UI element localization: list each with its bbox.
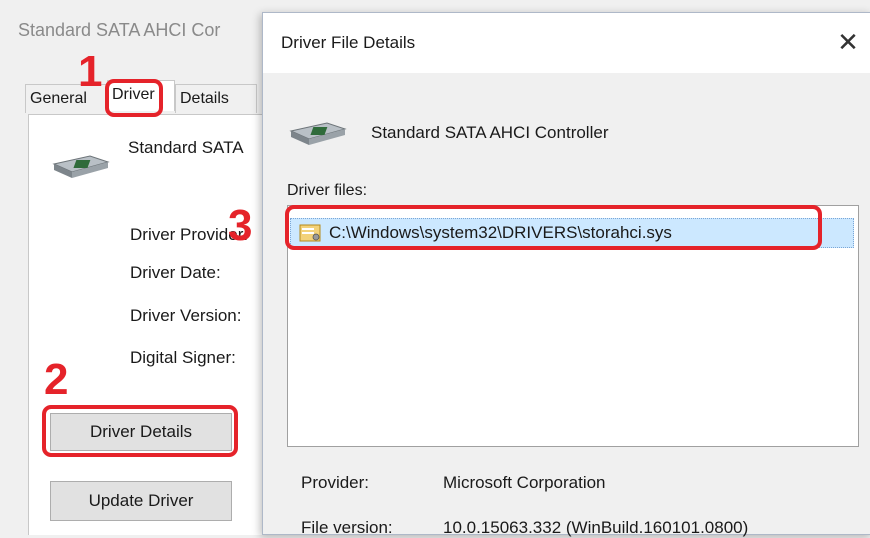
annotation-box-driver-file [285, 205, 822, 250]
file-version-value: 10.0.15063.332 (WinBuild.160101.0800) [443, 518, 749, 537]
driver-files-label: Driver files: [287, 182, 368, 199]
sata-controller-icon [52, 155, 110, 178]
driver-version-label: Driver Version: [130, 306, 242, 325]
driver-date-label: Driver Date: [130, 263, 221, 282]
tab-details[interactable]: Details [175, 84, 257, 113]
background-device-name: Standard SATA [128, 138, 244, 157]
driver-file-details-dialog: Driver File Details ✕ Standard SATA AHCI… [262, 12, 870, 537]
annotation-box-driver-details [42, 405, 238, 457]
dialog-title: Driver File Details [281, 33, 416, 52]
update-driver-button[interactable]: Update Driver [50, 481, 232, 521]
dialog-device-name: Standard SATA AHCI Controller [371, 123, 609, 142]
annotation-step-2: 2 [44, 355, 69, 404]
annotation-box-driver-tab [105, 79, 163, 117]
background-window-title: Standard SATA AHCI Cor [18, 20, 221, 40]
annotation-step-3: 3 [228, 201, 253, 250]
digital-signer-label: Digital Signer: [130, 348, 236, 367]
provider-label: Provider: [301, 473, 370, 492]
provider-value: Microsoft Corporation [443, 473, 606, 492]
file-version-label: File version: [301, 518, 393, 537]
annotation-step-1: 1 [78, 47, 103, 96]
close-icon[interactable]: ✕ [833, 27, 863, 57]
sata-controller-icon [289, 122, 347, 145]
